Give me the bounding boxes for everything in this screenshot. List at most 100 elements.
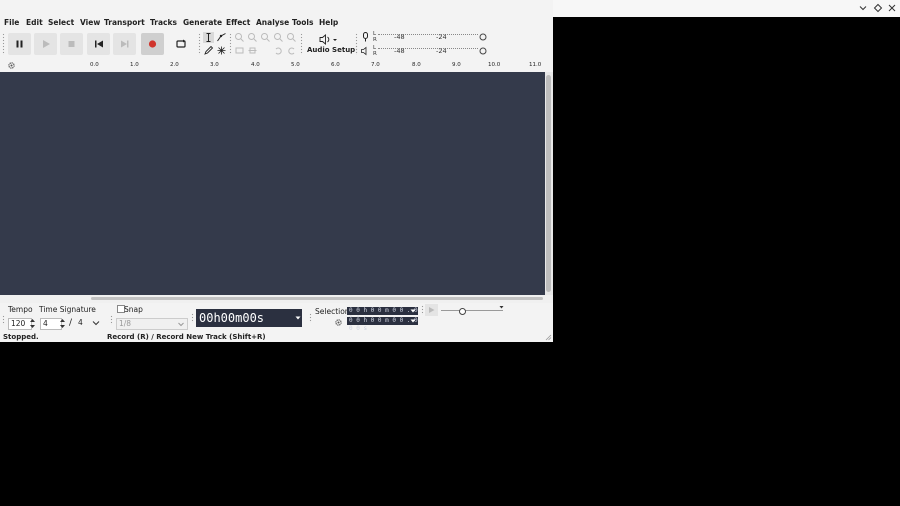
resize-grip-icon[interactable]	[545, 334, 552, 341]
zoom-in-button[interactable]	[234, 32, 245, 43]
fit-project-button[interactable]	[273, 32, 284, 43]
multi-tool-button[interactable]	[216, 45, 227, 56]
stop-button[interactable]	[60, 33, 83, 55]
ruler-tick-label: 6.0	[331, 62, 340, 68]
menu-file[interactable]: File	[4, 18, 19, 27]
record-meter-tick-24: -24	[436, 33, 447, 41]
audio-setup-button[interactable]: Audio Setup	[307, 34, 355, 56]
play-button[interactable]	[34, 33, 57, 55]
menu-transport[interactable]: Transport	[104, 18, 145, 27]
play-speed-slider-track[interactable]	[441, 310, 503, 311]
status-hint: Record (R) / Record New Track (Shift+R)	[107, 333, 266, 341]
ruler-tick-label: 8.0	[412, 62, 421, 68]
close-icon[interactable]	[887, 3, 897, 13]
redo-icon	[288, 47, 295, 55]
tempo-label: Tempo	[8, 305, 33, 314]
record-meter-scale	[378, 34, 478, 36]
horizontal-scroll-thumb[interactable]	[91, 297, 543, 300]
silence-button[interactable]	[247, 45, 258, 56]
playback-meter-tick-48: -48	[394, 47, 405, 55]
selection-end-field[interactable]: 0 0 h 0 0 m 0 0 . 0 0 0 s	[347, 317, 418, 332]
ruler-tick-label: 11.0	[529, 62, 542, 68]
menu-analyse[interactable]: Analyse	[256, 18, 289, 27]
menu-view[interactable]: View	[80, 18, 100, 27]
snap-grip[interactable]	[110, 315, 113, 325]
fit-selection-button[interactable]	[260, 32, 271, 43]
play-speed-slider-thumb[interactable]	[459, 308, 466, 315]
skip-end-icon	[121, 40, 129, 48]
zoom-out-icon	[248, 33, 257, 42]
selection-settings-gear-icon[interactable]	[334, 318, 343, 327]
undo-button[interactable]	[273, 45, 284, 56]
play-at-speed-grip[interactable]	[421, 305, 424, 315]
fit-selection-icon	[261, 33, 270, 42]
trim-button[interactable]	[234, 45, 245, 56]
timeline-settings-gear-icon[interactable]	[7, 61, 16, 70]
envelope-tool-button[interactable]	[216, 32, 227, 43]
play-speed-dropdown-icon[interactable]	[499, 305, 504, 310]
microphone-icon	[363, 32, 368, 42]
zoom-out-button[interactable]	[247, 32, 258, 43]
multi-tool-icon	[217, 46, 226, 55]
time-sig-upper-stepper-icon[interactable]	[59, 317, 66, 330]
menu-help[interactable]: Help	[319, 18, 338, 27]
menu-effect[interactable]: Effect	[226, 18, 250, 27]
edit-grip[interactable]	[229, 33, 232, 55]
time-sig-dropdown-chevron-icon[interactable]	[91, 318, 101, 328]
menu-generate[interactable]: Generate	[183, 18, 222, 27]
selection-start-dropdown-icon[interactable]	[410, 308, 416, 314]
selection-tool-button[interactable]	[203, 32, 214, 43]
vertical-scroll-thumb[interactable]	[546, 75, 551, 292]
time-signature-grip[interactable]	[2, 315, 5, 325]
record-meter[interactable]: L R -48 -24	[360, 31, 490, 43]
playback-meter-right-label: R	[373, 51, 377, 57]
playback-meter-grip[interactable]	[355, 45, 358, 55]
maximize-diamond-icon[interactable]	[873, 3, 883, 13]
vertical-scrollbar[interactable]	[545, 72, 553, 295]
audio-setup-label: Audio Setup	[307, 46, 356, 54]
selection-end-dropdown-icon[interactable]	[410, 318, 416, 324]
playback-meter-settings-icon	[479, 47, 487, 55]
selection-grip[interactable]	[309, 313, 312, 323]
ruler-tick-label: 4.0	[251, 62, 260, 68]
record-icon	[148, 40, 157, 48]
time-format-dropdown-icon[interactable]	[295, 315, 301, 321]
redo-button[interactable]	[286, 45, 297, 56]
snap-select[interactable]: 1/8	[116, 318, 188, 330]
skip-to-end-button[interactable]	[113, 33, 136, 55]
track-area[interactable]	[0, 72, 545, 295]
record-button[interactable]	[141, 33, 164, 55]
toolbar-grip[interactable]	[2, 33, 5, 55]
menu-edit[interactable]: Edit	[26, 18, 43, 27]
loop-button[interactable]	[169, 33, 192, 55]
envelope-icon	[217, 33, 226, 42]
pause-button[interactable]	[8, 33, 31, 55]
audio-setup-grip[interactable]	[300, 33, 303, 55]
ruler-tick-label: 1.0	[130, 62, 139, 68]
speaker-meter-icon	[361, 46, 367, 56]
minimize-chevron-icon[interactable]	[858, 3, 868, 13]
ruler-tick-label: 9.0	[452, 62, 461, 68]
playback-meter-tick-24: -24	[436, 47, 447, 55]
menu-tracks[interactable]: Tracks	[150, 18, 177, 27]
horizontal-scrollbar[interactable]	[0, 295, 553, 303]
time-display-value: 00h00m00s	[199, 311, 265, 325]
time-display[interactable]: 00h00m00s	[196, 309, 302, 327]
timeline-ruler[interactable]: 0.0 1.0 2.0 3.0 4.0 5.0 6.0 7.0 8.0 9.0 …	[0, 58, 553, 72]
playback-meter[interactable]: L R -48 -24	[360, 45, 490, 57]
snap-dropdown-chevron-icon	[178, 322, 184, 327]
play-at-speed-button[interactable]	[425, 304, 438, 316]
menu-tools[interactable]: Tools	[292, 18, 313, 27]
zoom-toggle-button[interactable]	[286, 32, 297, 43]
record-meter-tick-48: -48	[394, 33, 405, 41]
tempo-stepper-icon[interactable]	[29, 317, 36, 330]
selection-start-field[interactable]: 0 0 h 0 0 m 0 0 . 0 0 0 s	[347, 307, 418, 322]
skip-to-start-button[interactable]	[87, 33, 110, 55]
draw-tool-button[interactable]	[203, 45, 214, 56]
status-bar: Stopped. Record (R) / Record New Track (…	[0, 333, 553, 342]
tools-grip[interactable]	[198, 33, 201, 55]
time-grip[interactable]	[191, 313, 194, 323]
menu-select[interactable]: Select	[48, 18, 74, 27]
loop-icon	[176, 39, 186, 48]
time-sig-lower-select[interactable]: 4	[76, 318, 88, 328]
